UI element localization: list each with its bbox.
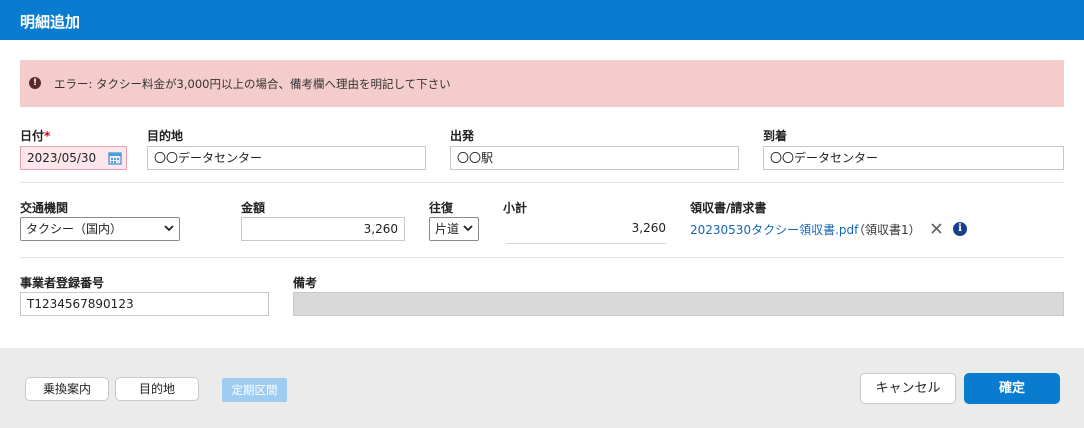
round-trip-label: 往復: [429, 201, 454, 215]
subtotal-value: 3,260: [631, 221, 666, 235]
receipt-label: 領収書/請求書: [690, 201, 767, 215]
error-alert: ! エラー: タクシー料金が3,000円以上の場合、備考欄へ理由を明記して下さい: [20, 60, 1064, 107]
transport-select[interactable]: タクシー（国内）: [20, 217, 180, 241]
arrival-label: 到着: [763, 129, 788, 143]
required-mark: *: [44, 129, 51, 143]
error-icon: !: [29, 77, 41, 89]
receipt-file-link[interactable]: 20230530タクシー領収書.pdf: [690, 221, 858, 238]
route-search-button[interactable]: 乗換案内: [25, 377, 109, 401]
transport-selected: タクシー（国内）: [26, 222, 123, 236]
business-number-label: 事業者登録番号: [20, 276, 105, 290]
dialog-title: 明細追加: [20, 13, 81, 31]
info-icon[interactable]: i: [953, 222, 967, 236]
divider: [20, 182, 1064, 183]
add-detail-dialog: 明細追加 ! エラー: タクシー料金が3,000円以上の場合、備考欄へ理由を明記…: [0, 0, 1084, 428]
destination-input[interactable]: 〇〇データセンター: [147, 146, 426, 170]
subtotal-underline: [506, 243, 666, 244]
amount-input[interactable]: 3,260: [241, 217, 405, 241]
amount-label: 金額: [241, 201, 266, 215]
divider: [20, 257, 1064, 258]
round-trip-selected: 片道: [435, 222, 460, 236]
transport-label: 交通機関: [20, 201, 69, 215]
business-number-input[interactable]: T1234567890123: [20, 292, 269, 316]
chevron-down-icon: [164, 225, 174, 232]
remarks-label: 備考: [293, 276, 318, 290]
departure-label: 出発: [450, 129, 475, 143]
chevron-down-icon: [463, 225, 473, 232]
round-trip-select[interactable]: 片道: [429, 217, 479, 241]
destination-button[interactable]: 目的地: [115, 377, 199, 401]
close-icon[interactable]: [931, 223, 942, 234]
confirm-button[interactable]: 確定: [964, 373, 1060, 404]
subtotal-label: 小計: [503, 201, 528, 215]
dialog-header: 明細追加: [0, 0, 1084, 40]
date-label: 日付*: [20, 129, 51, 143]
departure-input[interactable]: 〇〇駅: [450, 146, 739, 170]
error-message: エラー: タクシー料金が3,000円以上の場合、備考欄へ理由を明記して下さい: [54, 77, 451, 91]
cancel-button[interactable]: キャンセル: [860, 373, 956, 404]
commuter-section-button[interactable]: 定期区間: [222, 378, 287, 402]
arrival-input[interactable]: 〇〇データセンター: [763, 146, 1064, 170]
destination-label: 目的地: [147, 129, 184, 143]
calendar-icon[interactable]: [108, 151, 122, 165]
date-value: 2023/05/30: [27, 151, 97, 165]
remarks-input[interactable]: [293, 292, 1064, 316]
receipt-note: （領収書1）: [853, 223, 921, 237]
